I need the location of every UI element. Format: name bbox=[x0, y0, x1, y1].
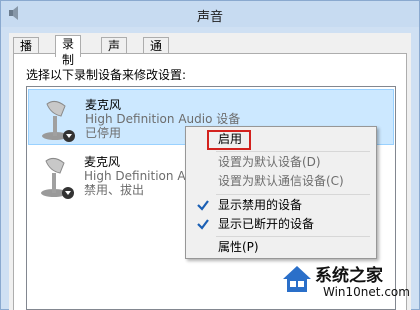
device-status: 禁用、拔出 bbox=[84, 183, 145, 197]
title-bar[interactable]: 声音 bbox=[1, 1, 419, 27]
menu-item-show-disconnected[interactable]: 显示已断开的设备 bbox=[189, 215, 373, 234]
device-status: 已停用 bbox=[85, 126, 122, 140]
checkmark-icon bbox=[197, 200, 209, 211]
microphone-icon bbox=[42, 100, 75, 142]
checkmark-icon bbox=[197, 219, 209, 230]
window-title: 声音 bbox=[196, 10, 223, 25]
menu-item-label: 显示已断开的设备 bbox=[218, 217, 315, 231]
menu-separator bbox=[216, 151, 370, 152]
tab-recording[interactable]: 录制 bbox=[55, 35, 82, 67]
sound-dialog: 声音 播放 录制 声音 通信 选择以下录制设备来修改设置: 麦克风 bbox=[0, 0, 420, 310]
menu-item-set-default[interactable]: 设置为默认设备(D) bbox=[189, 153, 373, 172]
menu-item-label: 显示禁用的设备 bbox=[218, 198, 303, 212]
menu-separator bbox=[216, 236, 370, 237]
menu-item-set-default-comm[interactable]: 设置为默认通信设备(C) bbox=[189, 172, 373, 191]
context-menu: 启用 设置为默认设备(D) 设置为默认通信设备(C) 显示禁用的设备 显示已断开… bbox=[185, 126, 377, 259]
instruction-label: 选择以下录制设备来修改设置: bbox=[26, 68, 187, 82]
menu-item-show-disabled[interactable]: 显示禁用的设备 bbox=[189, 196, 373, 215]
menu-separator bbox=[216, 194, 370, 195]
menu-item-properties[interactable]: 属性(P) bbox=[189, 238, 373, 257]
house-logo-icon bbox=[283, 266, 311, 292]
watermark-url: Win10net.com bbox=[323, 285, 410, 299]
highlight-box bbox=[207, 130, 251, 150]
watermark: 系统之家 Win10net.com bbox=[277, 259, 417, 307]
microphone-icon bbox=[41, 157, 74, 199]
watermark-brand: 系统之家 bbox=[315, 266, 383, 286]
